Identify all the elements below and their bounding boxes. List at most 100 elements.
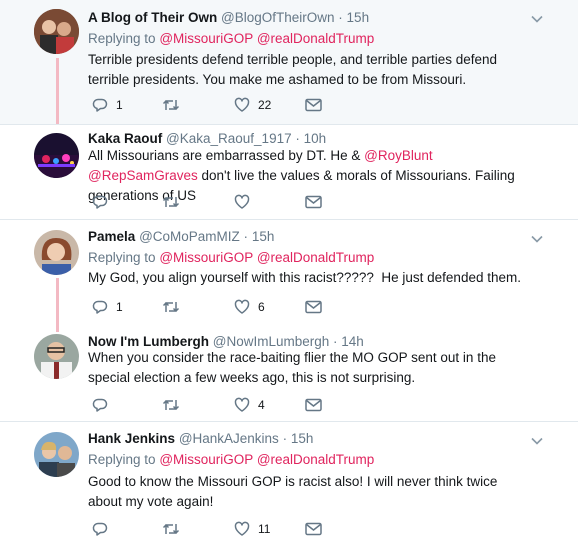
tweet-text: My God, you align yourself with this rac… bbox=[88, 268, 528, 288]
like-button[interactable]: 4 bbox=[234, 396, 265, 414]
mention-link[interactable]: @realDonaldTrump bbox=[257, 250, 375, 265]
dm-button[interactable] bbox=[305, 520, 322, 538]
tweet-header: A Blog of Their Own @BlogOfTheirOwn · 15… bbox=[88, 10, 369, 25]
like-icon bbox=[234, 97, 250, 112]
tweet-header: Pamela @CoMoPamMIZ · 15h bbox=[88, 229, 274, 244]
tweet-actions bbox=[88, 193, 348, 211]
dm-button[interactable] bbox=[305, 298, 322, 316]
retweet-button[interactable] bbox=[162, 298, 188, 316]
retweet-button[interactable] bbox=[162, 193, 188, 211]
replying-to-label: Replying to bbox=[88, 452, 156, 467]
retweet-button[interactable] bbox=[162, 520, 188, 538]
separator-dot: · bbox=[338, 10, 343, 25]
reply-button[interactable] bbox=[92, 520, 116, 538]
timestamp[interactable]: 15h bbox=[291, 431, 314, 446]
reply-button[interactable]: 1 bbox=[92, 298, 123, 316]
replying-to-label: Replying to bbox=[88, 31, 156, 46]
like-count: 4 bbox=[258, 398, 265, 412]
like-icon bbox=[234, 397, 250, 412]
like-count: 11 bbox=[258, 522, 271, 536]
retweet-icon bbox=[162, 196, 180, 208]
avatar[interactable] bbox=[34, 432, 79, 477]
avatar[interactable] bbox=[34, 230, 79, 275]
retweet-icon bbox=[162, 523, 180, 535]
user-handle[interactable]: @NowImLumbergh bbox=[213, 334, 330, 349]
dm-icon bbox=[305, 398, 322, 412]
chevron-down-icon[interactable] bbox=[530, 434, 544, 448]
tweet-text-part: When you consider the race-baiting flier… bbox=[88, 350, 496, 385]
display-name[interactable]: A Blog of Their Own bbox=[88, 10, 217, 25]
timestamp[interactable]: 10h bbox=[304, 131, 327, 146]
replying-to: Replying to @MissouriGOP @realDonaldTrum… bbox=[88, 250, 374, 265]
dm-icon bbox=[305, 300, 322, 314]
display-name[interactable]: Now I'm Lumbergh bbox=[88, 334, 209, 349]
mention-link[interactable]: @MissouriGOP bbox=[159, 452, 253, 467]
separator-dot: · bbox=[282, 431, 288, 446]
like-button[interactable]: 22 bbox=[234, 96, 271, 114]
reply-icon bbox=[92, 398, 108, 412]
tweet-text: When you consider the race-baiting flier… bbox=[88, 348, 528, 388]
reply-icon bbox=[92, 195, 108, 209]
tweet-actions: 11 bbox=[88, 520, 348, 538]
thread-line bbox=[56, 322, 59, 332]
replying-to: Replying to @MissouriGOP @realDonaldTrum… bbox=[88, 452, 374, 467]
reply-count: 1 bbox=[116, 300, 123, 314]
avatar[interactable] bbox=[34, 334, 79, 379]
mention-link[interactable]: @realDonaldTrump bbox=[257, 452, 375, 467]
retweet-icon bbox=[162, 399, 180, 411]
avatar[interactable] bbox=[34, 9, 79, 54]
retweet-icon bbox=[162, 99, 180, 111]
like-count: 22 bbox=[258, 98, 272, 112]
separator-dot: · bbox=[333, 334, 338, 349]
chevron-down-icon[interactable] bbox=[530, 232, 544, 246]
tweet-text-part: Good to know the Missouri GOP is racist … bbox=[88, 474, 498, 509]
like-icon bbox=[234, 299, 250, 314]
tweet-text: Good to know the Missouri GOP is racist … bbox=[88, 472, 528, 512]
display-name[interactable]: Kaka Raouf bbox=[88, 131, 162, 146]
chevron-down-icon[interactable] bbox=[530, 12, 544, 26]
display-name[interactable]: Pamela bbox=[88, 229, 135, 244]
reply-button[interactable] bbox=[92, 193, 116, 211]
mention-link[interactable]: @RoyBlunt bbox=[364, 148, 432, 163]
retweet-button[interactable] bbox=[162, 96, 188, 114]
reply-button[interactable]: 1 bbox=[92, 96, 123, 114]
mention-link[interactable]: @MissouriGOP bbox=[159, 31, 253, 46]
user-handle[interactable]: @CoMoPamMIZ bbox=[139, 229, 240, 244]
tweet-text-part: Terrible presidents defend terrible peop… bbox=[88, 52, 498, 87]
mention-link[interactable]: @realDonaldTrump bbox=[257, 31, 375, 46]
dm-button[interactable] bbox=[305, 396, 322, 414]
like-icon bbox=[234, 521, 250, 536]
replying-to-label: Replying to bbox=[88, 250, 156, 265]
user-handle[interactable]: @HankAJenkins bbox=[179, 431, 279, 446]
thread-line bbox=[56, 278, 59, 322]
display-name[interactable]: Hank Jenkins bbox=[88, 431, 175, 446]
thread-line bbox=[56, 58, 59, 124]
retweet-icon bbox=[162, 301, 180, 313]
mention-link[interactable]: @MissouriGOP bbox=[159, 250, 253, 265]
like-count: 6 bbox=[258, 300, 265, 314]
replying-to: Replying to @MissouriGOP @realDonaldTrum… bbox=[88, 31, 374, 46]
dm-icon bbox=[305, 522, 322, 536]
like-button[interactable]: 6 bbox=[234, 298, 265, 316]
tweet-header: Hank Jenkins @HankAJenkins · 15h bbox=[88, 431, 313, 446]
tweet-header: Now I'm Lumbergh @NowImLumbergh · 14h bbox=[88, 334, 364, 349]
reply-count: 1 bbox=[116, 98, 123, 112]
tweet-text-part: All Missourians are embarrassed by DT. H… bbox=[88, 148, 365, 163]
dm-button[interactable] bbox=[305, 96, 322, 114]
reply-icon bbox=[92, 300, 108, 314]
separator-dot: · bbox=[295, 131, 300, 146]
user-handle[interactable]: @Kaka_Raouf_1917 bbox=[166, 131, 292, 146]
user-handle[interactable]: @BlogOfTheirOwn bbox=[221, 10, 335, 25]
timestamp[interactable]: 15h bbox=[347, 10, 370, 25]
dm-button[interactable] bbox=[305, 193, 322, 211]
like-button[interactable]: 11 bbox=[234, 520, 270, 538]
avatar[interactable] bbox=[34, 133, 79, 178]
reply-button[interactable] bbox=[92, 396, 116, 414]
tweet-header: Kaka Raouf @Kaka_Raouf_1917 · 10h bbox=[88, 131, 326, 146]
retweet-button[interactable] bbox=[162, 396, 188, 414]
timestamp[interactable]: 15h bbox=[252, 229, 275, 244]
tweet-actions: 4 bbox=[88, 396, 348, 414]
like-button[interactable] bbox=[234, 193, 258, 211]
timestamp[interactable]: 14h bbox=[341, 334, 364, 349]
mention-link[interactable]: @RepSamGraves bbox=[88, 168, 198, 183]
